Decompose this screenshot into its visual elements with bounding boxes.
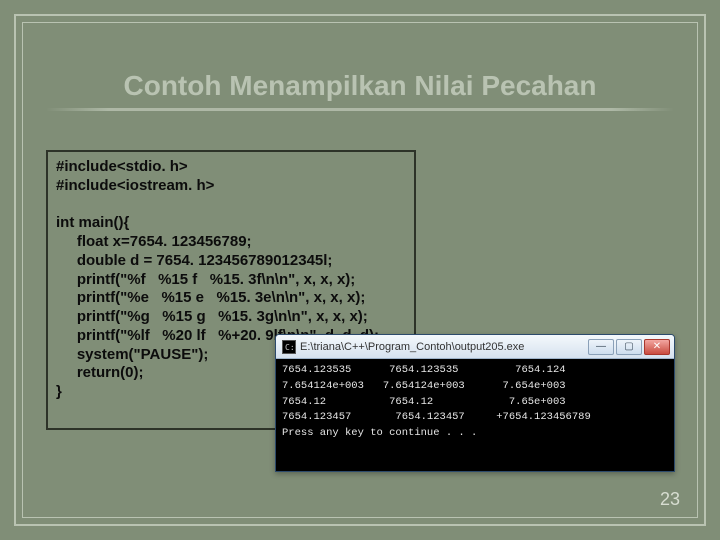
minimize-button[interactable]: — (588, 339, 614, 355)
title-underline (46, 108, 674, 111)
window-controls: — ▢ ✕ (588, 339, 670, 355)
maximize-button[interactable]: ▢ (616, 339, 642, 355)
page-number: 23 (660, 489, 680, 510)
console-icon: C: (282, 340, 296, 354)
console-output: 7654.123535 7654.123535 7654.124 7.65412… (276, 359, 674, 471)
slide-title: Contoh Menampilkan Nilai Pecahan (124, 70, 597, 102)
svg-text:C:: C: (285, 343, 294, 352)
console-titlebar: C: E:\triana\C++\Program_Contoh\output20… (276, 335, 674, 359)
console-window: C: E:\triana\C++\Program_Contoh\output20… (275, 334, 675, 472)
close-button[interactable]: ✕ (644, 339, 670, 355)
console-title: E:\triana\C++\Program_Contoh\output205.e… (300, 341, 584, 353)
